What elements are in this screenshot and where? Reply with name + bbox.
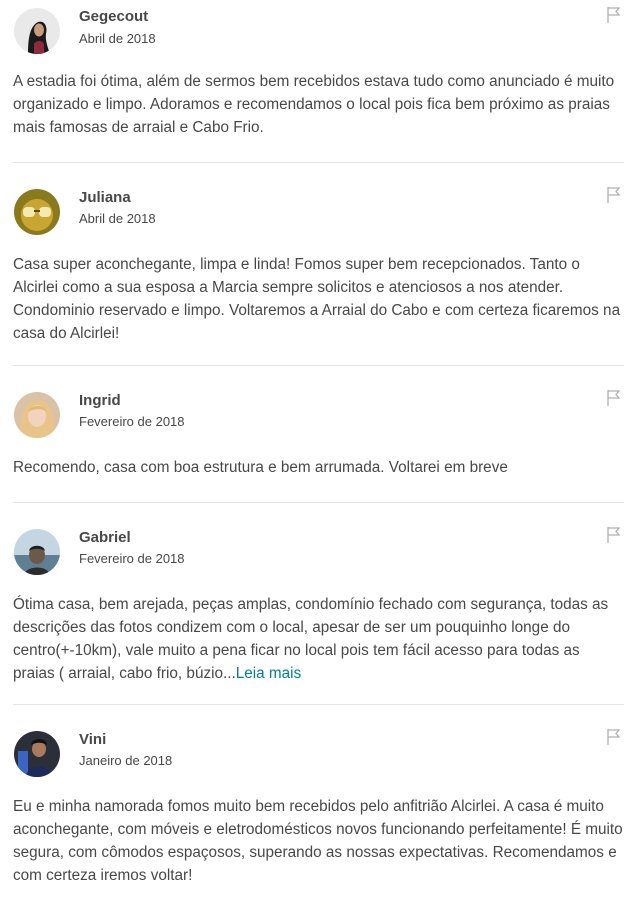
review-date: Fevereiro de 2018 xyxy=(79,551,185,566)
divider xyxy=(13,365,624,366)
reviewer-name[interactable]: Gabriel xyxy=(79,529,131,546)
review-date: Abril de 2018 xyxy=(79,31,156,46)
flag-icon[interactable] xyxy=(606,526,622,544)
avatar[interactable] xyxy=(14,731,60,777)
review-date: Janeiro de 2018 xyxy=(79,753,173,768)
review-text: Ótima casa, bem arejada, peças amplas, c… xyxy=(13,593,625,685)
flag-icon[interactable] xyxy=(606,728,622,746)
review-date: Fevereiro de 2018 xyxy=(79,414,185,429)
review-text-body: Ótima casa, bem arejada, peças amplas, c… xyxy=(13,596,609,682)
review-text: A estadia foi ótima, além de sermos bem … xyxy=(13,70,625,139)
divider xyxy=(13,704,624,705)
reviews-list: Gegecout Abril de 2018 A estadia foi óti… xyxy=(0,0,639,900)
read-more-link[interactable]: Leia mais xyxy=(236,665,301,682)
avatar[interactable] xyxy=(14,529,60,575)
review-text-body: Casa super aconchegante, limpa e linda! … xyxy=(13,256,621,342)
reviewer-name[interactable]: Ingrid xyxy=(79,392,121,409)
review-date: Abril de 2018 xyxy=(79,211,156,226)
review-text-body: Recomendo, casa com boa estrutura e bem … xyxy=(13,459,508,476)
flag-icon[interactable] xyxy=(606,186,622,204)
review-text: Recomendo, casa com boa estrutura e bem … xyxy=(13,456,625,479)
avatar[interactable] xyxy=(14,8,60,54)
review-text: Casa super aconchegante, limpa e linda! … xyxy=(13,253,625,345)
review-text-body: Eu e minha namorada fomos muito bem rece… xyxy=(13,798,623,884)
review-text-body: A estadia foi ótima, além de sermos bem … xyxy=(13,73,615,136)
reviewer-name[interactable]: Vini xyxy=(79,731,106,748)
avatar[interactable] xyxy=(14,189,60,235)
avatar[interactable] xyxy=(14,392,60,438)
reviewer-name[interactable]: Juliana xyxy=(79,189,131,206)
divider xyxy=(13,502,624,503)
review-text: Eu e minha namorada fomos muito bem rece… xyxy=(13,795,625,887)
reviewer-name[interactable]: Gegecout xyxy=(79,8,148,25)
divider xyxy=(13,162,624,163)
flag-icon[interactable] xyxy=(606,389,622,407)
flag-icon[interactable] xyxy=(606,6,622,24)
